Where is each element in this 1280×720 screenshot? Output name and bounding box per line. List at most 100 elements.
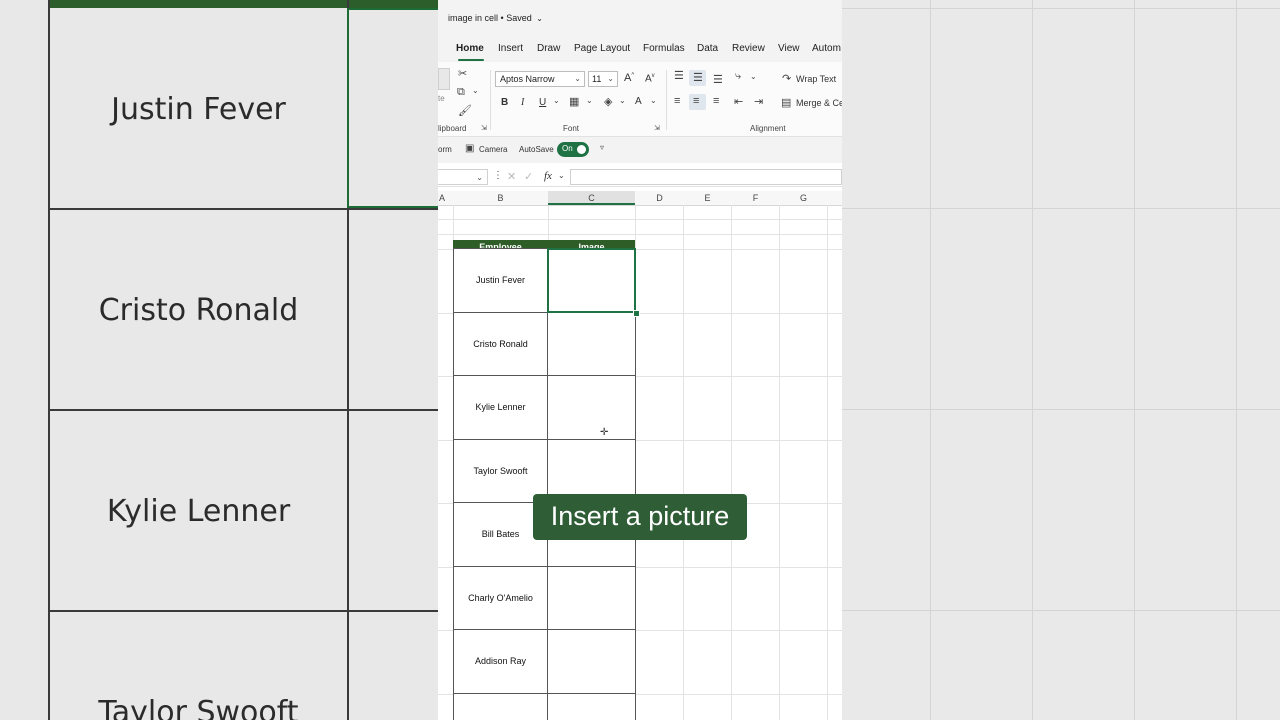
tab-home[interactable]: Home xyxy=(456,43,484,54)
align-left-icon[interactable]: ≡ xyxy=(674,95,680,107)
format-painter-icon[interactable]: 🖌 xyxy=(458,104,472,117)
camera-icon: ▣ xyxy=(465,143,475,154)
increase-font-size-button[interactable]: A^ xyxy=(624,72,634,84)
font-size-select[interactable]: 11 ⌄ xyxy=(588,71,618,87)
column-header-a[interactable]: A xyxy=(438,193,446,203)
video-caption: Insert a picture xyxy=(533,494,747,540)
wrap-text-icon: ↷ xyxy=(782,73,792,85)
bg-name-1: Justin Fever xyxy=(111,92,286,127)
toggle-state: On xyxy=(562,144,573,153)
align-right-icon[interactable]: ≡ xyxy=(713,95,719,107)
fill-dropdown-icon[interactable]: ⌄ xyxy=(619,96,626,105)
column-header-g[interactable]: G xyxy=(780,193,827,203)
align-center-icon[interactable]: ≡ xyxy=(693,95,699,107)
cursor-crosshair-icon: ✛ xyxy=(600,427,609,438)
font-color-button[interactable]: A xyxy=(635,96,642,107)
orientation-dropdown-icon[interactable]: ⌄ xyxy=(750,72,757,81)
title-bar: image in cell • Saved ⌄ xyxy=(438,0,842,36)
bg-gridline xyxy=(930,0,931,720)
group-label-clipboard: lipboard xyxy=(438,124,467,133)
font-name-value: Aptos Narrow xyxy=(500,74,555,84)
image-cell[interactable] xyxy=(547,375,636,440)
worksheet-grid[interactable]: Employee Image Justin Fever Cristo Ronal… xyxy=(438,205,842,720)
chevron-down-icon[interactable]: ⌄ xyxy=(558,171,565,180)
tab-automate[interactable]: Autom xyxy=(812,43,841,54)
align-middle-icon[interactable]: ☰ xyxy=(693,71,703,84)
align-top-icon[interactable]: ☰ xyxy=(674,69,684,82)
font-launcher-icon[interactable]: ⇲ xyxy=(654,124,660,132)
saved-status: • Saved xyxy=(500,13,532,23)
font-size-value: 11 xyxy=(592,74,602,84)
clipboard-launcher-icon[interactable]: ⇲ xyxy=(481,124,487,132)
merge-center-button[interactable]: Merge & Ce xyxy=(796,98,842,108)
ribbon-tabs: Home Insert Draw Page Layout Formulas Da… xyxy=(438,36,842,62)
copy-dropdown-icon[interactable]: ⌄ xyxy=(472,86,479,95)
borders-dropdown-icon[interactable]: ⌄ xyxy=(586,96,593,105)
customize-qat-icon[interactable]: ▿ xyxy=(600,143,604,152)
employee-cell[interactable]: Charly O'Amelio xyxy=(453,566,548,631)
column-header-d[interactable]: D xyxy=(636,193,683,203)
gridline xyxy=(779,205,780,720)
employee-cell[interactable]: Kylie Lenner xyxy=(453,375,548,440)
document-title[interactable]: image in cell • Saved ⌄ xyxy=(448,13,543,23)
font-name-select[interactable]: Aptos Narrow ⌄ xyxy=(495,71,585,87)
increase-indent-icon[interactable]: ⇥ xyxy=(754,95,763,108)
quick-access-toolbar: orm ▣ Camera AutoSave On ▿ xyxy=(438,137,842,163)
column-header-e[interactable]: E xyxy=(684,193,731,203)
column-header-c[interactable]: C xyxy=(548,193,635,203)
gridline xyxy=(438,219,842,220)
tab-draw[interactable]: Draw xyxy=(537,43,560,54)
formula-input[interactable] xyxy=(570,169,842,185)
background-zoom-right xyxy=(842,0,1280,720)
column-header-f[interactable]: F xyxy=(732,193,779,203)
tab-insert[interactable]: Insert xyxy=(498,43,523,54)
image-cell[interactable] xyxy=(547,629,636,694)
borders-icon[interactable]: ▦ xyxy=(569,95,579,108)
bg-gridline xyxy=(842,610,1280,611)
underline-dropdown-icon[interactable]: ⌄ xyxy=(553,96,560,105)
tab-formulas[interactable]: Formulas xyxy=(643,43,685,54)
enter-icon[interactable]: ✓ xyxy=(524,170,533,183)
formula-bar: ⌄ ⋮ ✕ ✓ fx ⌄ xyxy=(438,168,842,187)
align-bottom-icon[interactable]: ☰ xyxy=(713,73,723,86)
more-options-icon[interactable]: ⋮ xyxy=(493,170,503,181)
name-box[interactable]: ⌄ xyxy=(438,169,488,185)
tab-review[interactable]: Review xyxy=(732,43,765,54)
font-color-dropdown-icon[interactable]: ⌄ xyxy=(650,96,657,105)
autosave-label: AutoSave xyxy=(519,145,554,154)
tab-view[interactable]: View xyxy=(778,43,800,54)
fill-handle[interactable] xyxy=(633,310,640,317)
decrease-font-size-button[interactable]: Av xyxy=(645,73,655,84)
image-cell[interactable] xyxy=(547,693,636,720)
bold-button[interactable]: B xyxy=(501,97,508,108)
italic-button[interactable]: I xyxy=(521,97,524,108)
cut-icon[interactable]: ✂ xyxy=(458,67,467,80)
paste-icon[interactable] xyxy=(438,68,450,90)
camera-button[interactable]: Camera xyxy=(479,145,507,154)
fill-color-icon[interactable]: ◈ xyxy=(604,95,612,108)
tab-page-layout[interactable]: Page Layout xyxy=(574,43,630,54)
shrink-font-glyph: A xyxy=(645,73,652,85)
autosave-toggle[interactable]: On xyxy=(557,142,589,157)
bg-name-2: Cristo Ronald xyxy=(98,293,299,328)
employee-cell[interactable]: Cristo Ronald xyxy=(453,312,548,377)
underline-button[interactable]: U xyxy=(539,97,546,108)
copy-icon[interactable]: ⧉ xyxy=(457,86,465,99)
group-label-alignment: Alignment xyxy=(750,124,786,133)
employee-cell[interactable] xyxy=(453,693,548,720)
bg-name-4: Taylor Swooft xyxy=(98,695,299,720)
employee-cell[interactable]: Justin Fever xyxy=(453,248,548,313)
column-header-b[interactable]: B xyxy=(453,193,548,203)
form-button[interactable]: orm xyxy=(438,145,452,154)
decrease-indent-icon[interactable]: ⇤ xyxy=(734,95,743,108)
cancel-icon[interactable]: ✕ xyxy=(507,170,516,183)
orientation-icon[interactable]: ⤷ xyxy=(735,70,741,83)
image-cell[interactable] xyxy=(547,312,636,377)
gridline xyxy=(827,205,828,720)
tab-data[interactable]: Data xyxy=(697,43,718,54)
wrap-text-button[interactable]: Wrap Text xyxy=(796,74,836,84)
employee-cell[interactable]: Addison Ray xyxy=(453,629,548,694)
bg-gridline xyxy=(48,208,438,210)
insert-function-button[interactable]: fx xyxy=(544,170,552,182)
image-cell[interactable] xyxy=(547,566,636,631)
